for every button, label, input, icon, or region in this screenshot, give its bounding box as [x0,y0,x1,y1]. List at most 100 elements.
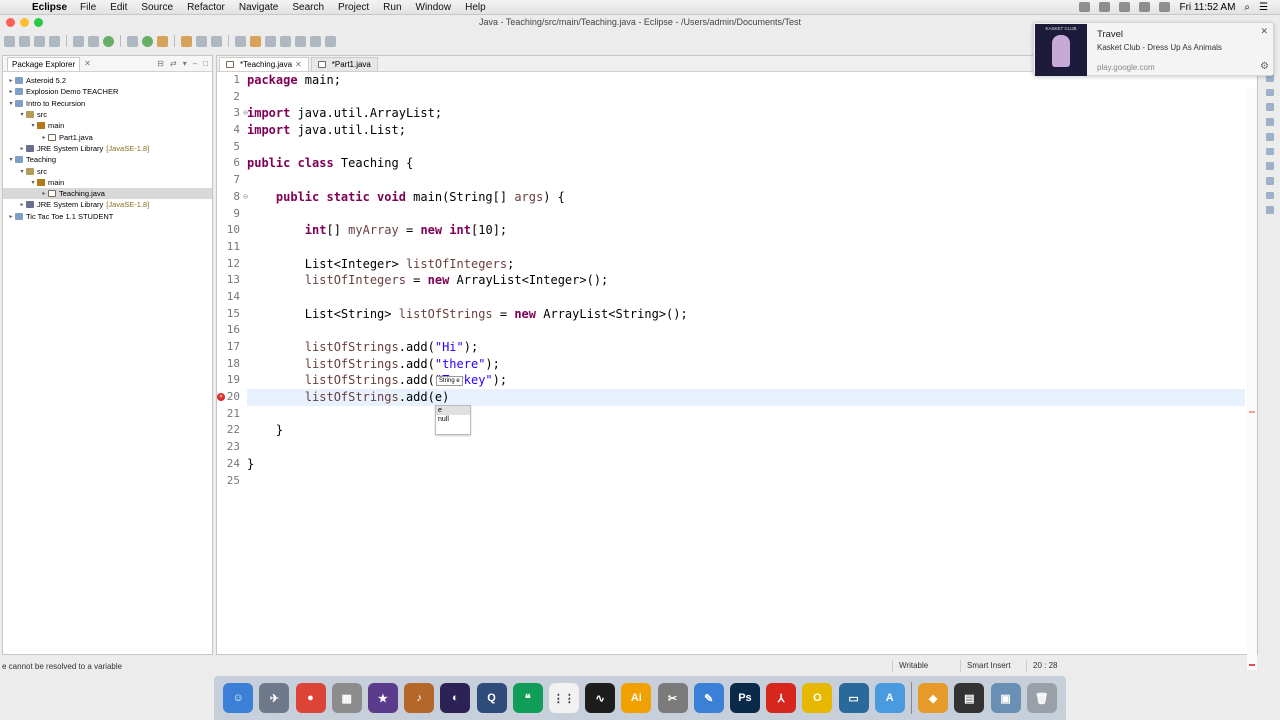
tree-item[interactable]: ▾ Teaching [3,154,212,165]
external-tools-icon[interactable] [157,35,168,47]
chevron-right-icon[interactable]: ▸ [7,88,15,95]
javadoc-icon[interactable] [1266,118,1274,126]
code-line[interactable]: import java.util.List; [247,122,1245,139]
close-icon[interactable]: ✕ [1260,26,1268,37]
menu-source[interactable]: Source [141,2,173,13]
code-line[interactable]: List<String> listOfStrings = new ArrayLi… [247,306,1245,323]
code-line[interactable]: listOfIntegers = new ArrayList<Integer>(… [247,272,1245,289]
menu-help[interactable]: Help [465,2,486,13]
problems-icon[interactable] [1266,103,1274,112]
chevron-right-icon[interactable]: ▸ [7,213,15,220]
line-number[interactable]: 18 [217,356,243,373]
new-java-project-icon[interactable] [181,35,192,47]
hangouts-app[interactable]: ❝ [512,683,543,713]
chevron-down-icon[interactable]: ▾ [7,100,15,107]
illustrator-app[interactable]: Ai [621,683,652,713]
notification-banner[interactable]: KASKET CLUB Travel Kasket Club - Dress U… [1033,22,1274,76]
search-toolbar-icon[interactable] [250,35,261,47]
line-number[interactable]: 14 [217,289,243,306]
code-line[interactable]: public class Teaching { [247,155,1245,172]
line-number[interactable]: 10 [217,222,243,239]
archive-app[interactable]: ◆ [918,683,949,713]
code-line[interactable]: listOfStrings.add("Turkey"); [247,372,1245,389]
apps-grid-app[interactable]: ⋮⋮ [548,683,579,713]
save-icon[interactable] [19,35,30,47]
code-line[interactable] [247,239,1245,256]
chevron-right-icon[interactable]: ▸ [40,134,48,141]
tree-item[interactable]: ▾ src [3,109,212,120]
task-list-icon[interactable] [1266,88,1274,97]
activity-monitor-app[interactable]: ∿ [585,683,616,713]
collapse-all-icon[interactable]: ⊟ [157,59,164,68]
code-line[interactable]: listOfStrings.add("there"); [247,356,1245,373]
skip-breakpoints-icon[interactable] [88,35,99,47]
record-icon[interactable] [1079,2,1091,12]
line-number[interactable]: 8 ⊖ [217,189,248,206]
tree-item[interactable]: ▾ src [3,165,212,176]
chevron-right-icon[interactable]: ▸ [18,145,26,152]
clock[interactable]: Fri 11:52 AM [1179,2,1235,13]
line-number[interactable]: 25 [217,473,243,490]
calculator-app[interactable]: ▦ [331,683,362,713]
code-line[interactable]: List<Integer> listOfIntegers; [247,256,1245,273]
utilities-app[interactable]: ✂ [657,683,688,713]
build-icon[interactable] [127,35,138,47]
package-explorer-tab[interactable]: Package Explorer ✕ ⊟ ⇄ ▾ – □ [3,56,212,72]
chevron-down-icon[interactable]: ▾ [7,156,15,163]
link-editor-icon[interactable]: ⇄ [170,59,177,68]
code-line[interactable]: import java.util.ArrayList; [247,105,1245,122]
declaration-icon[interactable] [1266,132,1274,141]
trash-app[interactable]: 🗑 [1026,683,1057,713]
error-log-icon[interactable] [1266,206,1274,215]
package-explorer-tab-label[interactable]: Package Explorer [7,56,81,71]
tree-item[interactable]: ▸ JRE System Library [JavaSE-1.8] [3,199,212,210]
editor-tab[interactable]: *Teaching.java ✕ [219,57,309,71]
print-icon[interactable] [49,35,60,47]
line-number[interactable]: 20 × [217,389,243,406]
code-text[interactable]: package main; import java.util.ArrayList;… [247,72,1245,654]
chevron-down-icon[interactable]: ▾ [18,111,26,118]
back-icon[interactable] [310,35,321,47]
code-line[interactable]: public static void main(String[] args) { [247,189,1245,206]
menu-run[interactable]: Run [383,2,401,13]
code-line[interactable]: listOfStrings.add("Hi"); [247,339,1245,356]
line-number[interactable]: 4 [217,122,243,139]
menu-edit[interactable]: Edit [110,2,127,13]
line-number[interactable]: 16 [217,322,243,339]
line-number[interactable]: 5 [217,139,243,156]
line-number[interactable]: 24 [217,456,243,473]
code-line[interactable] [247,206,1245,223]
line-number[interactable]: 12 [217,256,243,273]
code-line[interactable] [247,172,1245,189]
mark-occurrences-icon[interactable] [265,35,276,47]
code-line[interactable] [247,473,1245,490]
completion-item[interactable]: e [436,406,470,415]
search-icon[interactable]: ⌕ [1244,2,1250,13]
run-icon[interactable] [142,35,153,47]
battery-icon[interactable] [1119,2,1131,12]
chevron-right-icon[interactable]: ▸ [18,201,26,208]
menu-search[interactable]: Search [292,2,324,13]
menu-refactor[interactable]: Refactor [187,2,225,13]
textedit-app[interactable]: ✎ [693,683,724,713]
error-marker[interactable] [1249,411,1255,413]
new-package-icon[interactable] [196,35,207,47]
code-line[interactable] [247,439,1245,456]
dropbox-icon[interactable] [1099,2,1111,12]
line-number[interactable]: 17 [217,339,243,356]
quicktime-app[interactable]: Q [476,683,507,713]
code-line[interactable]: listOfStrings.add(e) [247,389,1245,406]
chevron-down-icon[interactable]: ▾ [29,122,37,129]
notification-center-icon[interactable]: ☰ [1259,2,1268,13]
line-number[interactable]: 9 [217,206,243,223]
imovie-app[interactable]: ★ [367,683,398,713]
line-number[interactable]: 13 [217,272,243,289]
tree-item[interactable]: ▸ Asteroid 5.2 [3,75,212,86]
tree-item[interactable]: ▸ JRE System Library [JavaSE-1.8] [3,143,212,154]
line-number[interactable]: 22 [217,422,243,439]
tree-item[interactable]: ▸ Tic Tac Toe 1.1 STUDENT [3,211,212,222]
line-number[interactable]: 21 [217,406,243,423]
volume-icon[interactable] [1159,2,1171,12]
line-number[interactable]: 3 ⊖ [217,105,248,122]
search-view-icon[interactable] [1266,162,1274,170]
